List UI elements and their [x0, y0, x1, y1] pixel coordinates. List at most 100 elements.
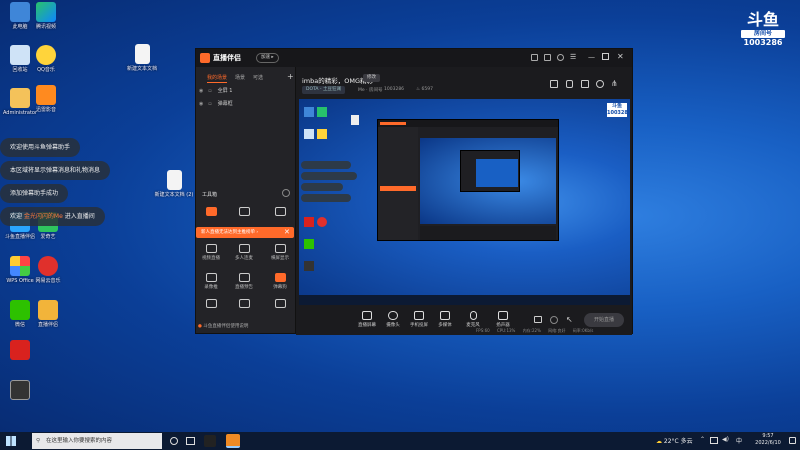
- tool-label: 弹幕狗: [273, 285, 287, 290]
- desktop-file-2[interactable]: 新建文本文档 (2): [154, 170, 194, 198]
- monitor-icon: [362, 311, 372, 320]
- tab-optional[interactable]: 可选: [253, 75, 263, 81]
- desktop-icon-label: 网易云音乐: [35, 278, 61, 284]
- desktop-file-1[interactable]: 新建文本文档: [122, 44, 162, 72]
- video-camera-icon[interactable]: [534, 316, 542, 323]
- tool-multi-link[interactable]: 多人连麦: [233, 244, 255, 261]
- folder-icon: [38, 300, 58, 320]
- record-icon: [205, 273, 217, 282]
- desktop-icon-game[interactable]: [0, 380, 40, 402]
- control-microphone[interactable]: 麦克风: [460, 311, 486, 328]
- cortana-icon[interactable]: [170, 437, 178, 445]
- lock-icon[interactable]: ▫: [208, 101, 211, 107]
- lock-icon[interactable]: ▫: [208, 88, 211, 94]
- control-camera[interactable]: 摄像头: [380, 311, 406, 328]
- status-mem: 内存:22%: [522, 328, 541, 333]
- watermark-room-number: 1003286: [743, 38, 783, 47]
- tool-download[interactable]: [233, 299, 255, 310]
- status-bar: FPS:60 CPU:13% 内存:22% 网络:良好 码率:0Kb/s: [476, 328, 593, 334]
- eye-icon[interactable]: ◉: [199, 101, 203, 107]
- control-speaker[interactable]: 扬声器: [490, 311, 516, 328]
- taskbar-search-input[interactable]: ⚲ 在这里输入你要搜索的内容: [32, 433, 162, 449]
- edit-title-button[interactable]: 修改: [363, 74, 380, 82]
- share-icon[interactable]: ⋔: [611, 79, 618, 88]
- message-icon[interactable]: [531, 54, 538, 61]
- desktop-icon-wps-office[interactable]: [0, 340, 40, 362]
- scene-item[interactable]: ◉ ▫ 全屏 1: [199, 87, 293, 97]
- bottom-notice[interactable]: ● 斗鱼直播伴侣使用说明: [198, 323, 248, 329]
- title-bar: 直播伴侣 加速 ▸ ☰ — ✕: [196, 49, 632, 67]
- preview-icon: [304, 107, 314, 117]
- weather[interactable]: ☁ 22°C 多云: [656, 436, 693, 445]
- clock-date: 2022/6/10: [755, 440, 781, 446]
- tool-record[interactable]: 录像推: [200, 273, 222, 290]
- cursor-icon[interactable]: ↖: [566, 315, 573, 324]
- notification-text: 本区域将显示弹幕消息和礼物消息: [10, 167, 101, 174]
- bottom-notice-text: 斗鱼直播伴侣使用说明: [203, 324, 249, 329]
- lock-icon[interactable]: [566, 80, 573, 88]
- clock-time: 9:57: [762, 433, 774, 439]
- tool-preview[interactable]: 直播预告: [233, 273, 255, 290]
- category-tag[interactable]: DOTA - 土豆狂澜: [302, 86, 345, 94]
- left-panel: 我的场景 场景 可选 + ◉ ▫ 全屏 1 ◉ ▫ 弹幕框 工具箱 新人直播无法达到…: [196, 67, 296, 333]
- tab-my-scenes[interactable]: 我的场景: [207, 75, 228, 83]
- sound-icon[interactable]: [550, 316, 558, 324]
- promo-banner[interactable]: 新人直播无法达到主推榜单 ›: [196, 227, 294, 238]
- settings-icon[interactable]: [596, 80, 604, 88]
- desktop-icon-xunlei[interactable]: 迅雷影音: [26, 85, 66, 113]
- taskbar-app-icon[interactable]: [204, 435, 216, 447]
- maximize-icon[interactable]: [602, 53, 609, 60]
- tool-video-live[interactable]: 视频直播: [200, 244, 222, 261]
- tool-activity[interactable]: [269, 299, 291, 310]
- tool-icon-people[interactable]: [233, 207, 255, 218]
- stream-preview[interactable]: 斗鱼 1003286: [299, 99, 630, 305]
- tool-icon-check[interactable]: [269, 207, 291, 218]
- desktop-icon-netease-music[interactable]: 网易云音乐: [28, 256, 68, 284]
- minimize-icon[interactable]: —: [588, 53, 595, 61]
- user-icon[interactable]: [557, 54, 564, 61]
- preview-bubble: [301, 183, 343, 191]
- tray-chevron-icon[interactable]: ⌃: [700, 436, 705, 443]
- desktop-icon-live-companion[interactable]: 直播伴侣: [28, 300, 68, 328]
- desktop-icon-tencent-video[interactable]: 腾讯视频: [26, 2, 66, 30]
- ime-indicator[interactable]: 中: [736, 436, 742, 445]
- notification-text: 进入直播间: [62, 213, 95, 220]
- fullscreen-icon[interactable]: [581, 80, 589, 88]
- toolbox-more-icon[interactable]: [282, 189, 290, 197]
- promo-text: 新人直播无法达到主推榜单 ›: [201, 230, 259, 235]
- network-icon[interactable]: [710, 437, 718, 444]
- nested-preview: [420, 138, 556, 224]
- taskbar-douyu-icon[interactable]: [226, 434, 240, 448]
- fire-icon: ♨: [416, 87, 421, 92]
- tool-more[interactable]: [200, 299, 222, 310]
- menu-icon[interactable]: ☰: [570, 53, 576, 61]
- promo-close-icon[interactable]: ✕: [284, 228, 290, 236]
- control-media[interactable]: 多媒体: [432, 311, 458, 328]
- watermark-sub: 房间号: [741, 30, 785, 38]
- scene-item[interactable]: ◉ ▫ 弹幕框: [199, 100, 293, 110]
- douyu-companion-window: 直播伴侣 加速 ▸ ☰ — ✕ 我的场景 场景 可选 + ◉ ▫ 全屏 1 ◉ ▫ …: [195, 48, 633, 335]
- nested-controls: [420, 226, 556, 240]
- clock[interactable]: 9:57 2022/6/10: [750, 433, 786, 447]
- add-scene-icon[interactable]: +: [287, 72, 294, 81]
- notification-user-enter: 欢迎 金光闪闪的Me 进入直播间: [0, 207, 105, 226]
- gift-box-icon[interactable]: [550, 80, 558, 88]
- desktop-icon-qq-music[interactable]: QQ音乐: [26, 45, 66, 73]
- windows-start-icon[interactable]: [6, 436, 16, 446]
- notification-center-icon[interactable]: [789, 437, 796, 444]
- skin-icon[interactable]: [544, 54, 551, 61]
- tab-scenes[interactable]: 场景: [235, 75, 245, 81]
- tool-icon-gift[interactable]: [200, 207, 222, 218]
- control-phone-cast[interactable]: 手机投屏: [406, 311, 432, 328]
- task-view-icon[interactable]: [186, 437, 195, 445]
- tool-danmaku[interactable]: 弹幕狗: [269, 273, 291, 290]
- version-badge[interactable]: 加速 ▸: [256, 53, 279, 63]
- close-icon[interactable]: ✕: [617, 52, 624, 61]
- eye-icon[interactable]: ◉: [199, 88, 203, 94]
- preview-watermark-brand: 斗鱼: [611, 103, 622, 109]
- tool-landscape[interactable]: 横屏显示: [269, 244, 291, 261]
- volume-icon[interactable]: ◀): [722, 436, 729, 443]
- start-live-button[interactable]: 开始直播: [584, 313, 624, 327]
- notification-area-hint: 本区域将显示弹幕消息和礼物消息: [0, 161, 111, 180]
- control-screen-capture[interactable]: 直播屏幕: [354, 311, 380, 328]
